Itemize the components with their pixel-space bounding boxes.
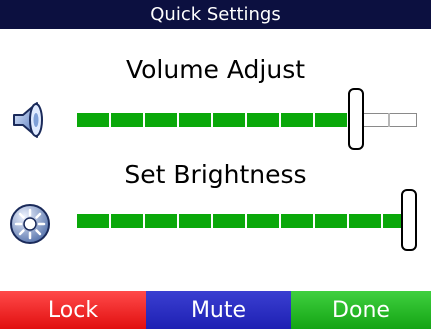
title-bar: Quick Settings <box>0 0 431 29</box>
speaker-icon[interactable] <box>8 98 52 142</box>
brightness-slider-thumb[interactable] <box>401 189 417 251</box>
volume-slider[interactable] <box>77 88 417 150</box>
volume-slider-thumb[interactable] <box>347 88 364 150</box>
brightness-label: Set Brightness <box>124 160 307 189</box>
volume-label: Volume Adjust <box>125 55 306 84</box>
sun-icon[interactable] <box>8 202 52 246</box>
bottom-button-bar: Lock Mute Done <box>0 291 431 329</box>
page-title: Quick Settings <box>150 4 281 25</box>
done-button[interactable]: Done <box>291 291 431 329</box>
mute-button[interactable]: Mute <box>146 291 291 329</box>
brightness-slider[interactable] <box>77 189 417 251</box>
lock-button[interactable]: Lock <box>0 291 146 329</box>
volume-fill <box>77 113 356 127</box>
volume-empty-segments <box>355 113 417 127</box>
brightness-fill <box>77 214 417 228</box>
